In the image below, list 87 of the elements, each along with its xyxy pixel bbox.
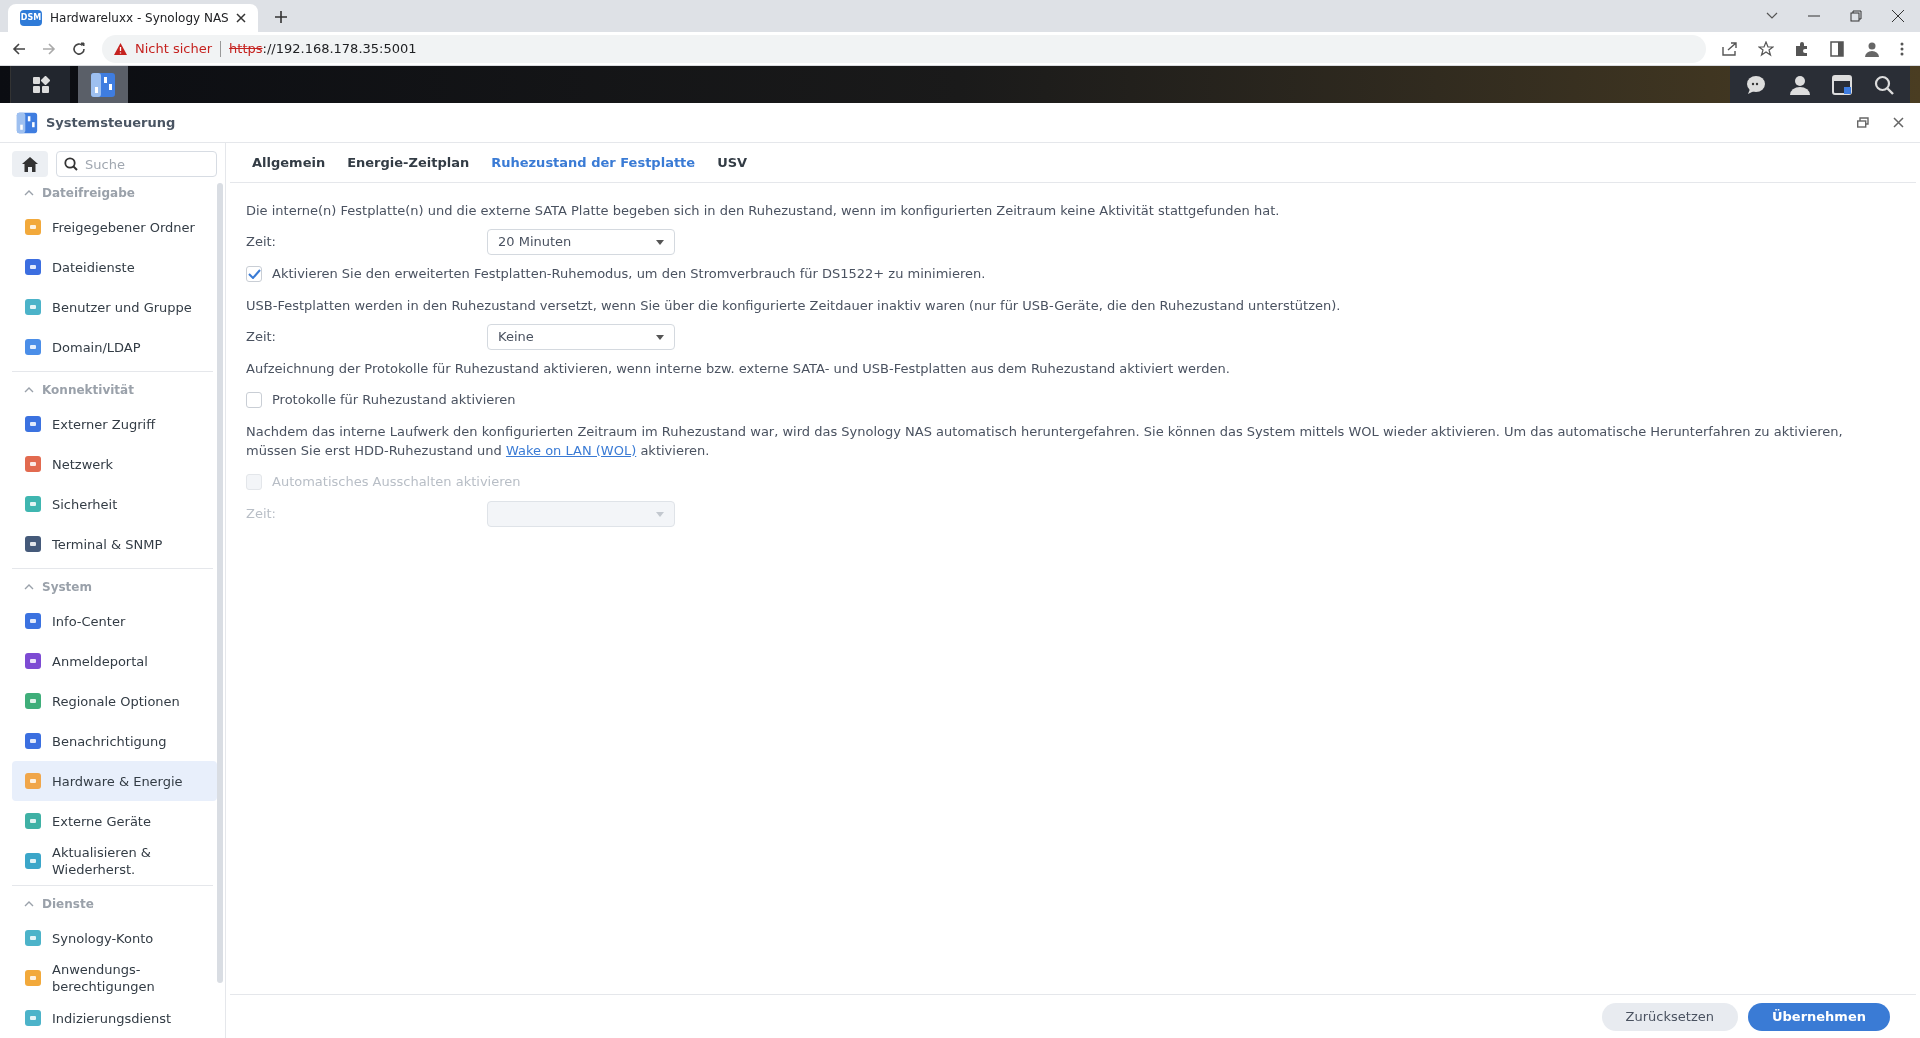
sidebar-item[interactable]: Regionale Optionen (12, 681, 217, 721)
sidebar-item[interactable]: Aktualisieren & Wiederherst. (12, 841, 217, 881)
checkbox[interactable] (246, 266, 262, 282)
checkbox[interactable] (246, 392, 262, 408)
description-text: USB-Festplatten werden in den Ruhezustand versetzt, wenn Sie über die konfigurierte Zeitdauer inaktiv waren (nur für USB-Geräte, die den Ruhezustand unterstützen). (246, 297, 1342, 315)
restore-icon[interactable] (1850, 10, 1862, 22)
restore-icon[interactable] (1857, 117, 1869, 128)
sidebar-item[interactable]: Terminal & SNMP (12, 524, 217, 565)
sidebar-item[interactable]: Benachrichtigung (12, 721, 217, 761)
window-title: Systemsteuerung (46, 113, 177, 132)
collapse-icon[interactable] (24, 190, 34, 196)
reset-button[interactable]: Zurücksetzen (1601, 1002, 1738, 1031)
home-icon (22, 156, 38, 172)
sidebar-item[interactable]: Dateidienste (12, 247, 217, 288)
favicon: DSM (20, 10, 42, 26)
scrollbar[interactable] (217, 183, 223, 983)
user-icon[interactable] (1790, 74, 1810, 95)
address-bar[interactable]: Nicht sicher https://192.168.178.35:5001 (102, 34, 1706, 63)
star-icon[interactable] (1758, 40, 1774, 57)
share-icon[interactable] (1722, 41, 1738, 56)
sidebar-item[interactable]: Info-Center (12, 601, 217, 641)
dropdown[interactable]: 20 Minuten (487, 229, 675, 255)
apply-button[interactable]: Übernehmen (1747, 1002, 1890, 1031)
security-warning[interactable]: Nicht sicher (135, 38, 213, 59)
description-text: Nachdem das interne Laufwerk den konfigurierten Zeitraum im Ruhezustand war, wird das Synology NAS automatisch heruntergefahren. Sie können das System mittels WOL wieder aktivieren. Um das automatische Herunterfahren zu aktivieren, müssen Sie erst HDD-Ruhezustand und Wake on LAN (WOL) aktivieren. (246, 423, 1844, 460)
search-field[interactable]: Suche (56, 151, 217, 177)
grid-icon (31, 75, 50, 94)
section-heading: Dateifreigabe (42, 185, 135, 202)
widget-icon[interactable] (1832, 74, 1852, 95)
new-tab-icon[interactable] (274, 10, 288, 24)
sidebar-item[interactable]: Freigegebener Ordner (12, 207, 217, 248)
url-text: https://192.168.178.35:5001 (229, 39, 417, 58)
field-label: Zeit: (246, 233, 277, 252)
reload-icon[interactable] (72, 41, 86, 56)
close-icon[interactable] (1893, 117, 1904, 128)
tab[interactable]: Ruhezustand der Festplatte (491, 143, 696, 182)
section-heading: Dienste (42, 895, 94, 913)
chevron-down-icon[interactable] (1766, 12, 1778, 20)
control-panel-taskbar-button[interactable] (78, 66, 128, 103)
main-menu-button[interactable] (10, 66, 70, 103)
caret-icon (656, 334, 664, 340)
sidebar-item[interactable]: Hardware & Energie (12, 761, 217, 801)
tab[interactable]: Energie-Zeitplan (347, 143, 470, 182)
sidebar-item[interactable]: Anwendungs-berechtigungen (12, 958, 217, 998)
home-button[interactable] (12, 151, 48, 177)
description-text: Die interne(n) Festplatte(n) und die externe SATA Platte begeben sich in den Ruhezustand, wenn im konfigurierten Zeitraum keine Aktivität stattgefunden hat. (246, 202, 1281, 220)
collapse-icon[interactable] (24, 584, 34, 590)
sidebar-item[interactable]: Externer Zugriff (12, 404, 217, 445)
sidebar-item[interactable]: Synology-Konto (12, 918, 217, 958)
field-label: Zeit: (246, 505, 277, 524)
section-heading: System (42, 579, 92, 596)
sidebar-item[interactable]: Externe Geräte (12, 801, 217, 841)
back-icon[interactable] (12, 41, 26, 56)
collapse-icon[interactable] (24, 900, 34, 907)
browser-tab[interactable]: DSM Hardwareluxx - Synology NAS (8, 4, 258, 32)
close-icon[interactable] (1892, 10, 1904, 22)
link[interactable]: Wake on LAN (WOL) (505, 443, 637, 458)
chat-icon[interactable] (1746, 74, 1768, 95)
tab-title: Hardwareluxx - Synology NAS (50, 10, 228, 27)
more-icon[interactable] (1900, 41, 1904, 56)
checkbox-label: Protokolle für Ruhezustand aktivieren (272, 391, 516, 410)
warning-icon (114, 42, 127, 55)
puzzle-icon[interactable] (1794, 40, 1810, 57)
search-icon[interactable] (1874, 74, 1894, 95)
search-icon (64, 157, 78, 171)
sidebar-item[interactable]: Benutzer und Gruppe (12, 287, 217, 328)
checkbox-label: Aktivieren Sie den erweiterten Festplatten-Ruhemodus, um den Stromverbrauch für DS1522+ zu minimieren. (272, 265, 986, 284)
tab[interactable]: USV (717, 143, 748, 182)
control-panel-icon (90, 71, 116, 98)
profile-icon[interactable] (1864, 40, 1880, 57)
control-panel-icon (16, 111, 38, 134)
caret-icon (656, 511, 664, 517)
sidebar-item[interactable]: Sicherheit (12, 484, 217, 525)
checkbox-label: Automatisches Ausschalten aktivieren (272, 473, 521, 492)
close-icon[interactable] (236, 13, 246, 23)
tab[interactable]: Allgemein (252, 143, 326, 182)
collapse-icon[interactable] (24, 387, 34, 393)
section-heading: Konnektivität (42, 382, 134, 399)
description-text: Aufzeichnung der Protokolle für Ruhezustand aktivieren, wenn interne bzw. externe SATA- und USB-Festplatten aus dem Ruhezustand aktiviert werden. (246, 360, 1231, 378)
field-label: Zeit: (246, 328, 277, 347)
sidebar-item[interactable]: Netzwerk (12, 444, 217, 485)
caret-icon (656, 239, 664, 245)
dropdown[interactable]: Keine (487, 324, 675, 350)
sidebar-icon[interactable] (1830, 40, 1844, 57)
sidebar-item[interactable]: Indizierungsdienst (12, 998, 217, 1038)
sidebar-item[interactable]: Anmeldeportal (12, 641, 217, 681)
sidebar-item[interactable]: Domain/LDAP (12, 327, 217, 368)
